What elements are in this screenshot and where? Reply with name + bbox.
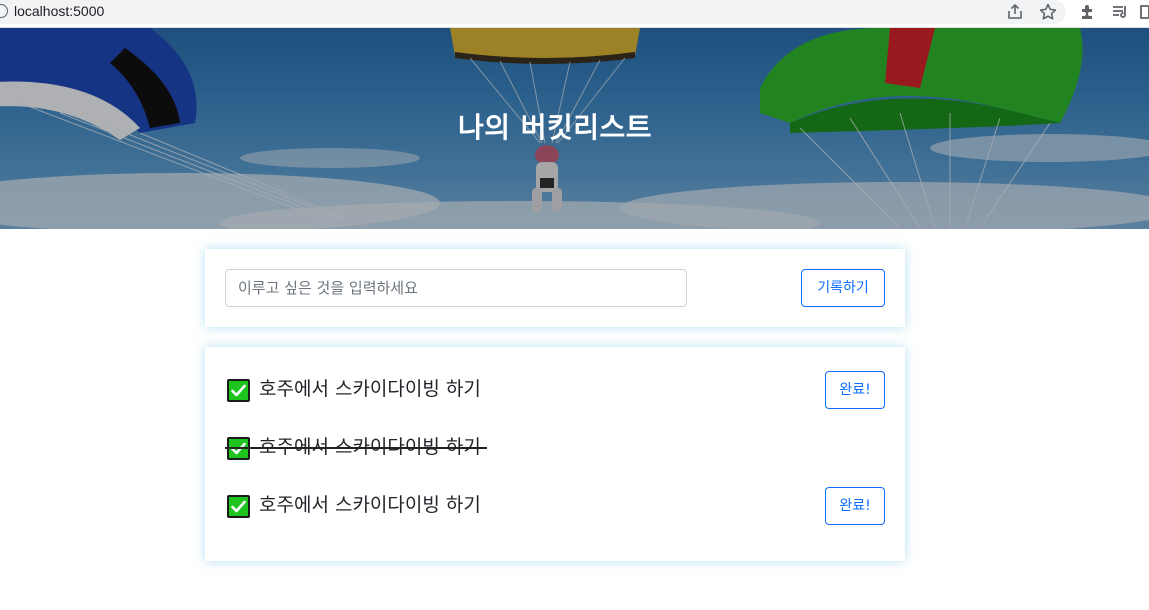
side-panel-icon[interactable]	[1138, 2, 1149, 22]
goal-form-card: 기록하기	[205, 249, 905, 327]
site-info-icon[interactable]	[0, 4, 8, 18]
star-icon[interactable]	[1038, 2, 1058, 22]
done-button[interactable]: 완료!	[825, 371, 885, 409]
list-item: 호주에서 스카이다이빙 하기 완료!	[225, 487, 885, 525]
strikethrough-line	[225, 447, 487, 449]
extensions-icon[interactable]	[1078, 2, 1098, 22]
goal-input[interactable]	[225, 269, 687, 307]
list-item: 호주에서 스카이다이빙 하기 완료!	[225, 371, 885, 409]
list-item-text: 호주에서 스카이다이빙 하기	[259, 378, 481, 400]
hero-banner: 나의 버킷리스트	[0, 28, 1149, 229]
done-button[interactable]: 완료!	[825, 487, 885, 525]
check-mark-icon	[227, 495, 250, 518]
address-bar[interactable]: localhost:5000	[0, 0, 1066, 24]
list-item-completed: 호주에서 스카이다이빙 하기	[225, 429, 885, 467]
browser-toolbar: localhost:5000	[0, 0, 1149, 28]
page-title: 나의 버킷리스트	[457, 111, 653, 144]
url-text[interactable]: localhost:5000	[14, 2, 104, 20]
save-button[interactable]: 기록하기	[801, 269, 885, 307]
check-mark-icon	[227, 379, 250, 402]
list-item-text: 호주에서 스카이다이빙 하기	[259, 494, 481, 516]
reading-list-icon[interactable]	[1110, 2, 1130, 22]
bucket-list-card: 호주에서 스카이다이빙 하기 완료! 호주에서 스카이다이빙 하기 호주에서 스…	[205, 347, 905, 561]
share-icon[interactable]	[1005, 2, 1025, 22]
